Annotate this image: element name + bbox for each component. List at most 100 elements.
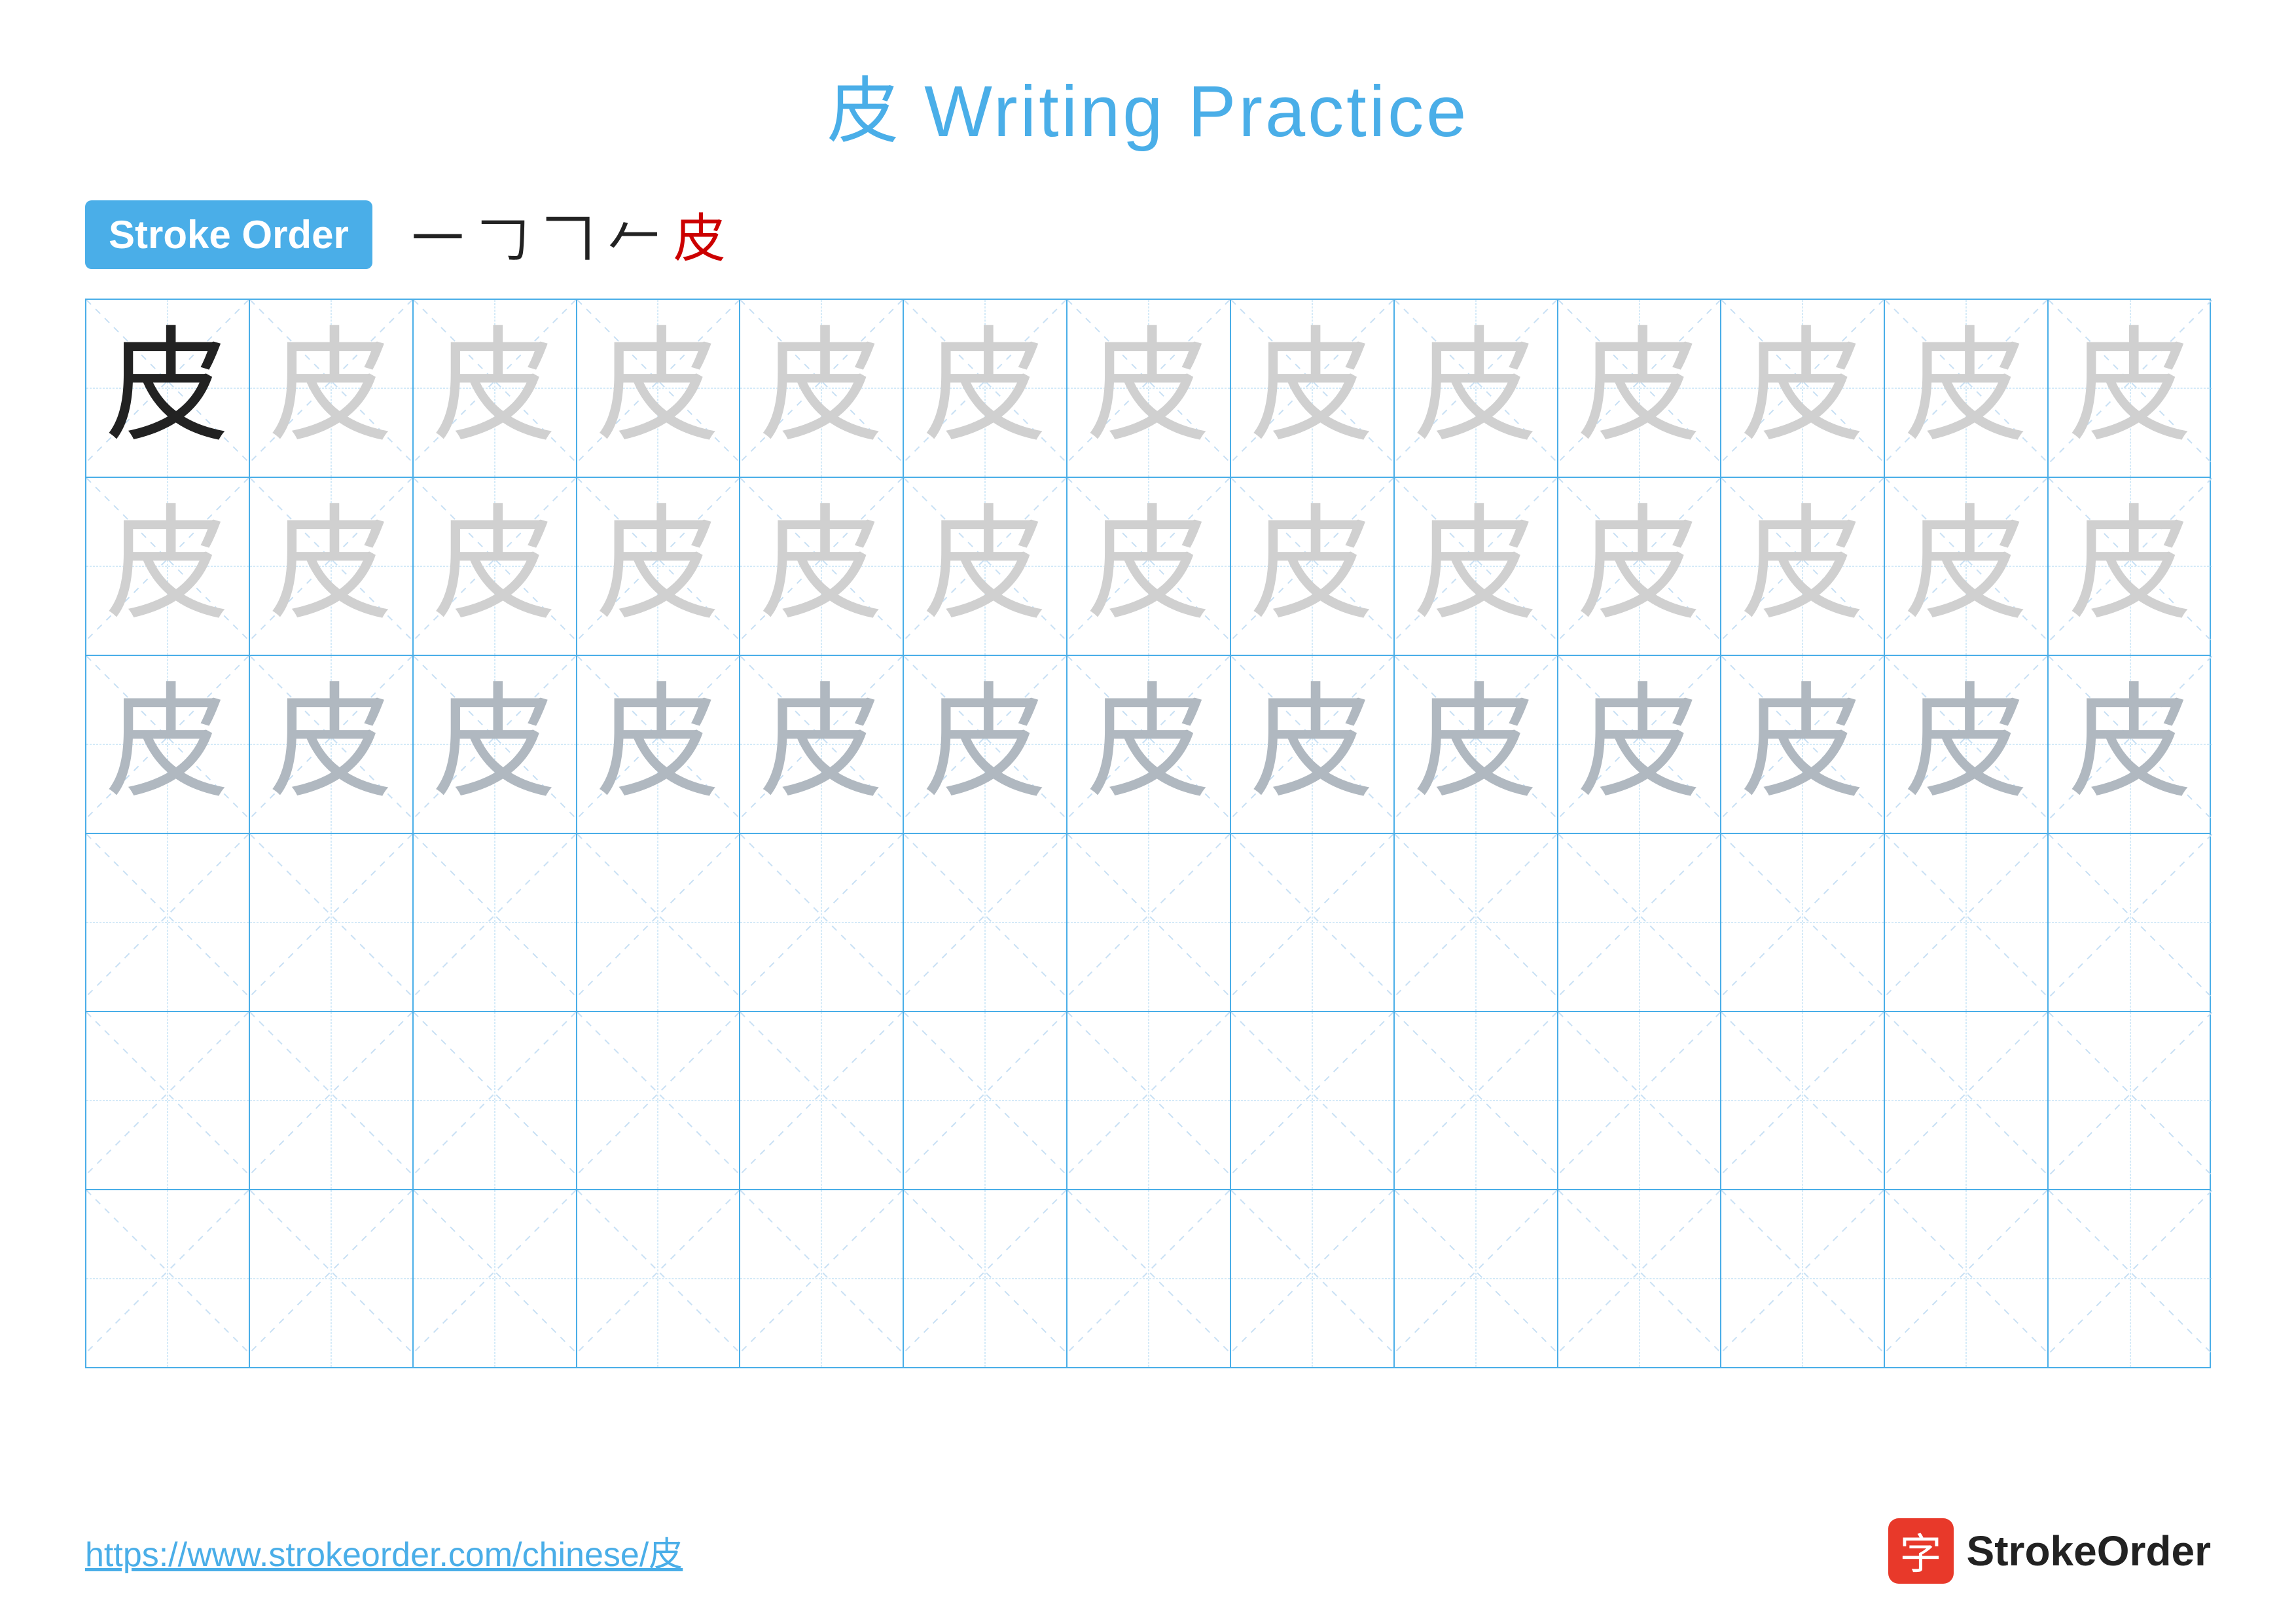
- char-guide-faint: 皮: [433, 682, 557, 807]
- grid-cell-r4c11[interactable]: [1721, 834, 1885, 1011]
- grid-cell-r4c2[interactable]: [250, 834, 414, 1011]
- grid-cell-r2c8[interactable]: 皮: [1231, 478, 1395, 655]
- grid-cell-r3c12[interactable]: 皮: [1885, 656, 2049, 833]
- grid-cell-r4c1[interactable]: [86, 834, 250, 1011]
- grid-cell-r2c3[interactable]: 皮: [414, 478, 577, 655]
- grid-cell-r5c6[interactable]: [904, 1012, 1067, 1189]
- char-guide: 皮: [1250, 504, 1374, 629]
- grid-cell-r2c5[interactable]: 皮: [740, 478, 904, 655]
- grid-cell-r4c8[interactable]: [1231, 834, 1395, 1011]
- grid-cell-r5c5[interactable]: [740, 1012, 904, 1189]
- grid-cell-r2c11[interactable]: 皮: [1721, 478, 1885, 655]
- grid-cell-r3c7[interactable]: 皮: [1067, 656, 1231, 833]
- grid-cell-r4c9[interactable]: [1395, 834, 1558, 1011]
- char-guide: 皮: [596, 326, 720, 450]
- grid-cell-r1c2[interactable]: 皮: [250, 300, 414, 477]
- char-guide: 皮: [1250, 326, 1374, 450]
- grid-cell-r6c4[interactable]: [577, 1190, 741, 1367]
- grid-cell-r2c9[interactable]: 皮: [1395, 478, 1558, 655]
- grid-cell-r3c13[interactable]: 皮: [2049, 656, 2212, 833]
- grid-cell-r5c12[interactable]: [1885, 1012, 2049, 1189]
- grid-cell-r2c4[interactable]: 皮: [577, 478, 741, 655]
- grid-cell-r3c4[interactable]: 皮: [577, 656, 741, 833]
- grid-cell-r2c7[interactable]: 皮: [1067, 478, 1231, 655]
- grid-cell-r5c10[interactable]: [1558, 1012, 1722, 1189]
- grid-cell-r2c10[interactable]: 皮: [1558, 478, 1722, 655]
- grid-cell-r1c13[interactable]: 皮: [2049, 300, 2212, 477]
- char-guide: 皮: [1086, 326, 1211, 450]
- grid-cell-r5c11[interactable]: [1721, 1012, 1885, 1189]
- char-guide-faint: 皮: [596, 682, 720, 807]
- grid-cell-r6c9[interactable]: [1395, 1190, 1558, 1367]
- char-guide: 皮: [1740, 326, 1865, 450]
- grid-cell-r4c13[interactable]: [2049, 834, 2212, 1011]
- grid-cell-r4c4[interactable]: [577, 834, 741, 1011]
- grid-cell-r5c13[interactable]: [2049, 1012, 2212, 1189]
- grid-cell-r4c6[interactable]: [904, 834, 1067, 1011]
- grid-cell-r1c10[interactable]: 皮: [1558, 300, 1722, 477]
- grid-cell-r1c5[interactable]: 皮: [740, 300, 904, 477]
- char-guide: 皮: [269, 504, 393, 629]
- grid-cell-r1c11[interactable]: 皮: [1721, 300, 1885, 477]
- grid-cell-r1c1[interactable]: 皮: [86, 300, 250, 477]
- grid-cell-r6c2[interactable]: [250, 1190, 414, 1367]
- grid-cell-r4c7[interactable]: [1067, 834, 1231, 1011]
- grid-cell-r5c7[interactable]: [1067, 1012, 1231, 1189]
- grid-cell-r3c2[interactable]: 皮: [250, 656, 414, 833]
- grid-cell-r5c8[interactable]: [1231, 1012, 1395, 1189]
- grid-cell-r3c3[interactable]: 皮: [414, 656, 577, 833]
- grid-cell-r4c12[interactable]: [1885, 834, 2049, 1011]
- char-guide: 皮: [2068, 326, 2193, 450]
- char-guide-faint: 皮: [1740, 682, 1865, 807]
- grid-cell-r6c6[interactable]: [904, 1190, 1067, 1367]
- footer-url-link[interactable]: https://www.strokeorder.com/chinese/皮: [85, 1527, 683, 1576]
- grid-cell-r3c6[interactable]: 皮: [904, 656, 1067, 833]
- practice-grid: 皮 皮 皮 皮 皮 皮 皮 皮: [85, 299, 2211, 1368]
- grid-cell-r1c6[interactable]: 皮: [904, 300, 1067, 477]
- grid-cell-r1c9[interactable]: 皮: [1395, 300, 1558, 477]
- grid-cell-r3c11[interactable]: 皮: [1721, 656, 1885, 833]
- grid-cell-r3c10[interactable]: 皮: [1558, 656, 1722, 833]
- grid-cell-r4c3[interactable]: [414, 834, 577, 1011]
- grid-cell-r6c11[interactable]: [1721, 1190, 1885, 1367]
- grid-cell-r6c5[interactable]: [740, 1190, 904, 1367]
- stroke-step-5: 皮: [673, 196, 726, 272]
- char-guide: 皮: [105, 504, 230, 629]
- grid-cell-r6c1[interactable]: [86, 1190, 250, 1367]
- grid-cell-r3c9[interactable]: 皮: [1395, 656, 1558, 833]
- grid-cell-r6c12[interactable]: [1885, 1190, 2049, 1367]
- grid-cell-r4c10[interactable]: [1558, 834, 1722, 1011]
- grid-cell-r5c2[interactable]: [250, 1012, 414, 1189]
- grid-cell-r3c1[interactable]: 皮: [86, 656, 250, 833]
- grid-cell-r3c8[interactable]: 皮: [1231, 656, 1395, 833]
- grid-cell-r5c9[interactable]: [1395, 1012, 1558, 1189]
- grid-cell-r1c7[interactable]: 皮: [1067, 300, 1231, 477]
- grid-row-6: [86, 1190, 2210, 1367]
- grid-cell-r5c4[interactable]: [577, 1012, 741, 1189]
- char-guide: 皮: [923, 326, 1047, 450]
- grid-cell-r2c13[interactable]: 皮: [2049, 478, 2212, 655]
- char-guide: 皮: [1740, 504, 1865, 629]
- grid-cell-r2c12[interactable]: 皮: [1885, 478, 2049, 655]
- char-guide: 皮: [759, 504, 884, 629]
- grid-cell-r1c12[interactable]: 皮: [1885, 300, 2049, 477]
- grid-cell-r3c5[interactable]: 皮: [740, 656, 904, 833]
- grid-cell-r1c3[interactable]: 皮: [414, 300, 577, 477]
- grid-cell-r5c1[interactable]: [86, 1012, 250, 1189]
- grid-cell-r2c2[interactable]: 皮: [250, 478, 414, 655]
- grid-cell-r2c1[interactable]: 皮: [86, 478, 250, 655]
- grid-cell-r6c8[interactable]: [1231, 1190, 1395, 1367]
- char-guide-faint: 皮: [1904, 682, 2028, 807]
- grid-cell-r1c8[interactable]: 皮: [1231, 300, 1395, 477]
- grid-cell-r6c3[interactable]: [414, 1190, 577, 1367]
- char-guide: 皮: [1414, 504, 1538, 629]
- grid-cell-r2c6[interactable]: 皮: [904, 478, 1067, 655]
- grid-cell-r5c3[interactable]: [414, 1012, 577, 1189]
- grid-cell-r6c13[interactable]: [2049, 1190, 2212, 1367]
- grid-cell-r1c4[interactable]: 皮: [577, 300, 741, 477]
- char-guide: 皮: [433, 326, 557, 450]
- grid-cell-r6c10[interactable]: [1558, 1190, 1722, 1367]
- grid-cell-r4c5[interactable]: [740, 834, 904, 1011]
- grid-cell-r6c7[interactable]: [1067, 1190, 1231, 1367]
- grid-row-4: [86, 834, 2210, 1012]
